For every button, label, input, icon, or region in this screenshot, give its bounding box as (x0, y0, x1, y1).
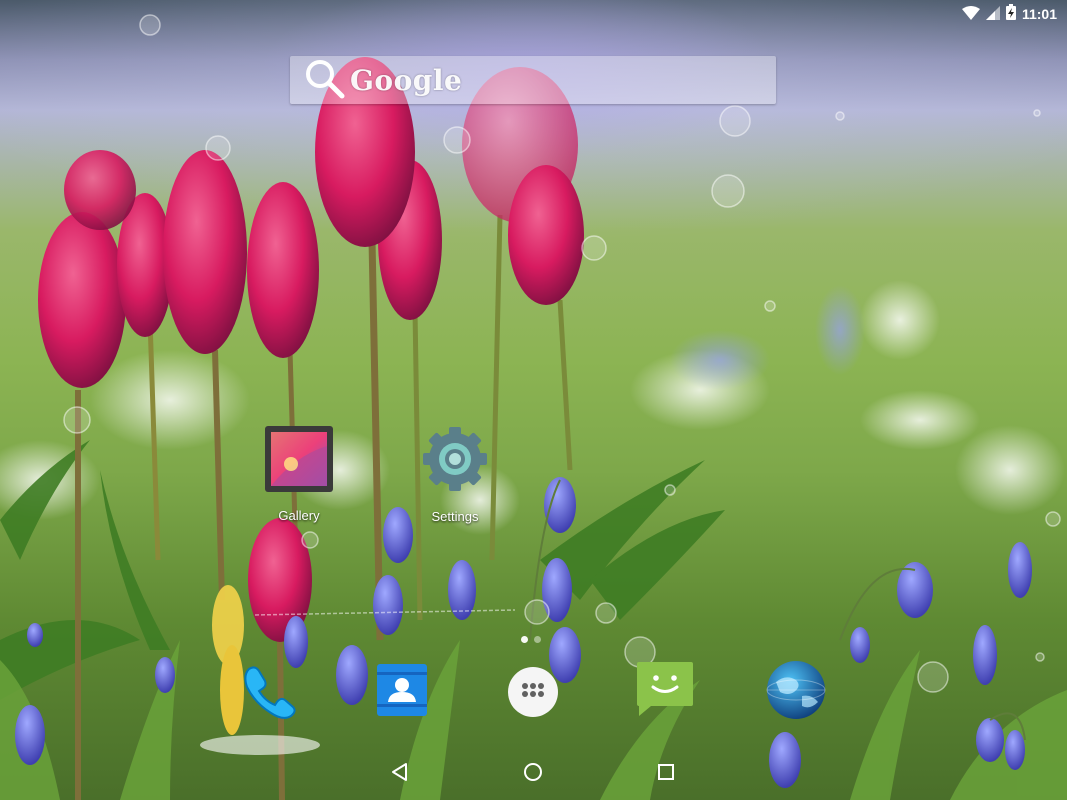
messaging-icon (635, 660, 695, 720)
search-label: Google (350, 63, 463, 97)
dock-messaging[interactable] (635, 660, 695, 720)
nav-back-button[interactable] (376, 750, 424, 798)
nav-home-button[interactable] (509, 750, 557, 798)
app-label-gallery: Gallery (278, 508, 320, 523)
status-icons: 11:01 (961, 4, 1057, 24)
page-dot (534, 636, 541, 643)
browser-globe-icon (766, 660, 826, 724)
navigation-bar (0, 750, 1067, 800)
battery-charging-icon (1005, 4, 1016, 24)
app-settings[interactable]: Settings (405, 425, 505, 524)
home-icon (523, 762, 543, 786)
page-indicator (521, 636, 541, 643)
dock-phone[interactable] (238, 662, 298, 722)
settings-gear-icon (421, 425, 489, 497)
cellular-signal-icon (985, 5, 1000, 24)
recents-icon (657, 763, 675, 785)
wifi-icon (961, 5, 980, 24)
dock-all-apps[interactable] (503, 664, 563, 724)
app-gallery[interactable]: Gallery (249, 426, 349, 523)
gallery-icon (265, 426, 333, 496)
status-clock: 11:01 (1021, 6, 1057, 22)
back-icon (390, 762, 410, 786)
page-dot-active (521, 636, 528, 643)
nav-recents-button[interactable] (642, 750, 690, 798)
app-label-settings: Settings (431, 509, 479, 524)
status-bar: 11:01 (0, 0, 1067, 26)
google-search-bar[interactable]: Google (290, 56, 776, 104)
dock-browser[interactable] (766, 660, 826, 724)
dock-contacts[interactable] (372, 662, 432, 722)
contacts-icon (375, 662, 429, 722)
search-icon (290, 56, 346, 104)
phone-icon (239, 661, 297, 723)
all-apps-icon (507, 666, 559, 722)
